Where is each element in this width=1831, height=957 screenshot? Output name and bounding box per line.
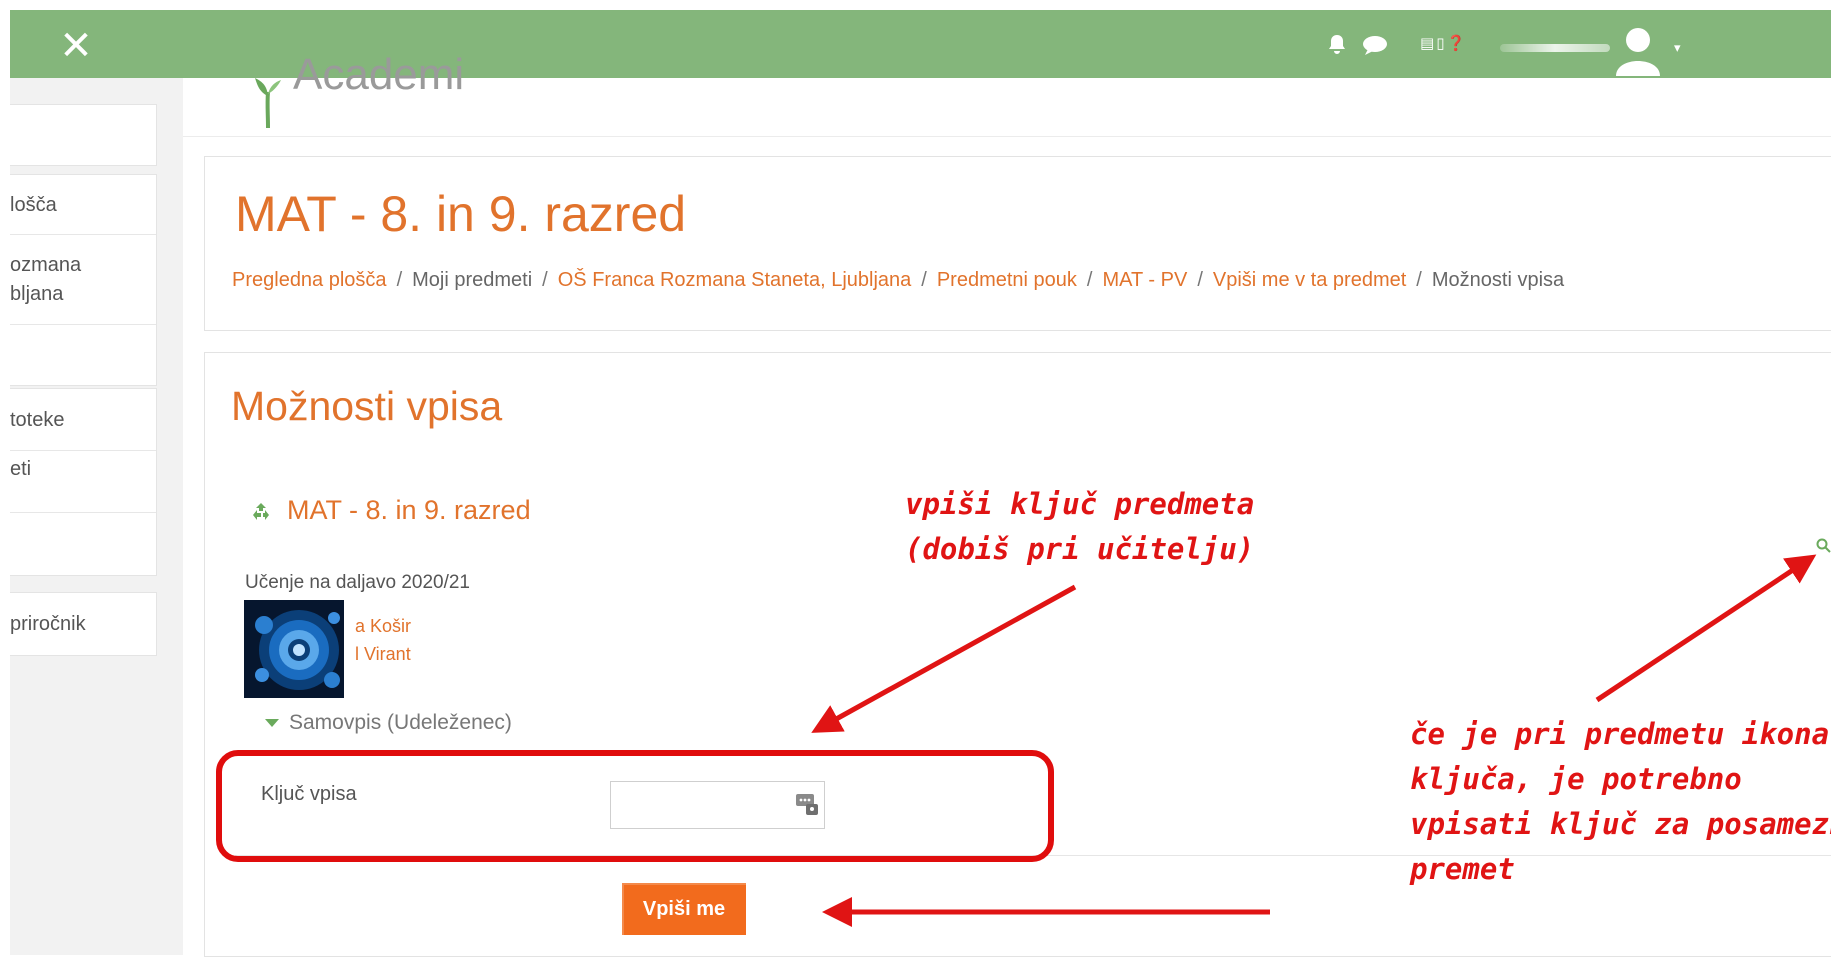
brand-logo-text: Academi (293, 50, 465, 99)
toolbar-mini-icons: ▤▯❓ (1420, 34, 1467, 52)
breadcrumb-subject-teaching[interactable]: Predmetni pouk (937, 269, 1077, 291)
annotation-line: (dobiš pri učitelju) (905, 532, 1255, 566)
page-title: MAT - 8. in 9. razred (235, 186, 687, 242)
drawer-group-4: priročnik (10, 592, 157, 656)
teacher-link[interactable]: l Virant (355, 644, 411, 665)
book-icon[interactable]: ▤ (1420, 35, 1436, 52)
teacher-link[interactable]: a Košir (355, 616, 411, 637)
close-icon[interactable]: ✕ (54, 24, 98, 68)
course-link[interactable]: MAT - 8. in 9. razred (249, 495, 531, 526)
breadcrumb: Pregledna plošča / Moji predmeti / OŠ Franca… (232, 269, 1564, 292)
annotation-line: če je pri predmetu ikona (1410, 717, 1830, 751)
drawer-group-2: lošča ozmana bljana (10, 174, 157, 386)
course-name: MAT - 8. in 9. razred (287, 495, 531, 525)
course-summary: Učenje na daljavo 2020/21 (245, 572, 471, 593)
breadcrumb-my-courses: Moji predmeti (412, 269, 533, 291)
chat-bubble-icon[interactable] (1362, 34, 1388, 60)
self-enrol-header: Samovpis (Udeleženec) (289, 711, 512, 734)
course-image (244, 600, 344, 698)
breadcrumb-separator: / (396, 269, 403, 291)
enrolment-key-label: Ključ vpisa (261, 783, 357, 805)
drawer-group-1 (10, 104, 157, 166)
annotation-line: premet (1410, 852, 1515, 886)
breadcrumb-school[interactable]: OŠ Franca Rozmana Staneta, Ljubljana (558, 269, 912, 291)
top-navbar: ✕ ▤▯❓ ▾ (10, 10, 1831, 78)
nav-drawer: lošča ozmana bljana toteke eti priročnik (10, 78, 183, 955)
drawer-item-dashboard[interactable]: lošča (10, 175, 156, 235)
course-recycle-icon (249, 500, 273, 524)
drawer-group-3: toteke eti (10, 388, 157, 576)
expand-triangle-icon (265, 719, 279, 728)
page-header-card: MAT - 8. in 9. razred Pregledna plošča / M… (204, 156, 1831, 331)
breadcrumb-enrol-me[interactable]: Vpiši me v ta predmet (1213, 269, 1406, 291)
annotation-line: vpisati ključ za posamezni (1410, 807, 1831, 841)
drawer-item-empty-3[interactable] (10, 513, 156, 575)
drawer-item-handbook[interactable]: priročnik (10, 593, 156, 655)
breadcrumb-mat-pv[interactable]: MAT - PV (1102, 269, 1187, 291)
leaf-logo-icon (253, 74, 283, 129)
bell-icon[interactable] (1327, 34, 1347, 60)
breadcrumb-separator: / (921, 269, 927, 291)
breadcrumb-dashboard[interactable]: Pregledna plošča (232, 269, 387, 291)
drawer-item-empty[interactable] (10, 105, 156, 165)
breadcrumb-separator: / (1086, 269, 1093, 291)
brand-header: Academi (183, 50, 1831, 137)
breadcrumb-current: Možnosti vpisa (1431, 269, 1565, 291)
phone-icon[interactable]: ▯ (1436, 35, 1446, 52)
drawer-item-school[interactable]: ozmana bljana (10, 235, 156, 325)
drawer-item-empty-2[interactable] (10, 325, 156, 385)
annotation-key-icon-note: če je pri predmetu ikona ključa, je potr… (1410, 712, 1831, 892)
drawer-item-files[interactable]: toteke (10, 389, 156, 451)
section-title: Možnosti vpisa (231, 383, 503, 429)
user-menu-caret[interactable]: ▾ (1674, 40, 1681, 56)
annotation-enter-key: vpiši ključ predmeta (dobiš pri učitelju… (905, 482, 1254, 572)
self-enrol-toggle[interactable]: Samovpis (Udeleženec) (265, 711, 512, 735)
enrolment-key-input[interactable] (610, 781, 825, 829)
enrol-me-button[interactable]: Vpiši me (622, 883, 746, 935)
annotation-line: vpiši ključ predmeta (905, 487, 1255, 521)
user-name-blurred (1500, 44, 1610, 52)
reveal-password-icon[interactable] (795, 791, 819, 817)
breadcrumb-separator: / (1197, 269, 1203, 291)
annotation-line: ključa, je potrebno (1410, 762, 1742, 796)
help-icon[interactable]: ❓ (1446, 35, 1467, 52)
drawer-item-courses[interactable]: eti (10, 451, 156, 513)
search-zoom-icon[interactable] (1816, 538, 1831, 559)
breadcrumb-separator: / (542, 269, 548, 291)
avatar[interactable] (1614, 26, 1662, 76)
breadcrumb-separator: / (1416, 269, 1422, 291)
